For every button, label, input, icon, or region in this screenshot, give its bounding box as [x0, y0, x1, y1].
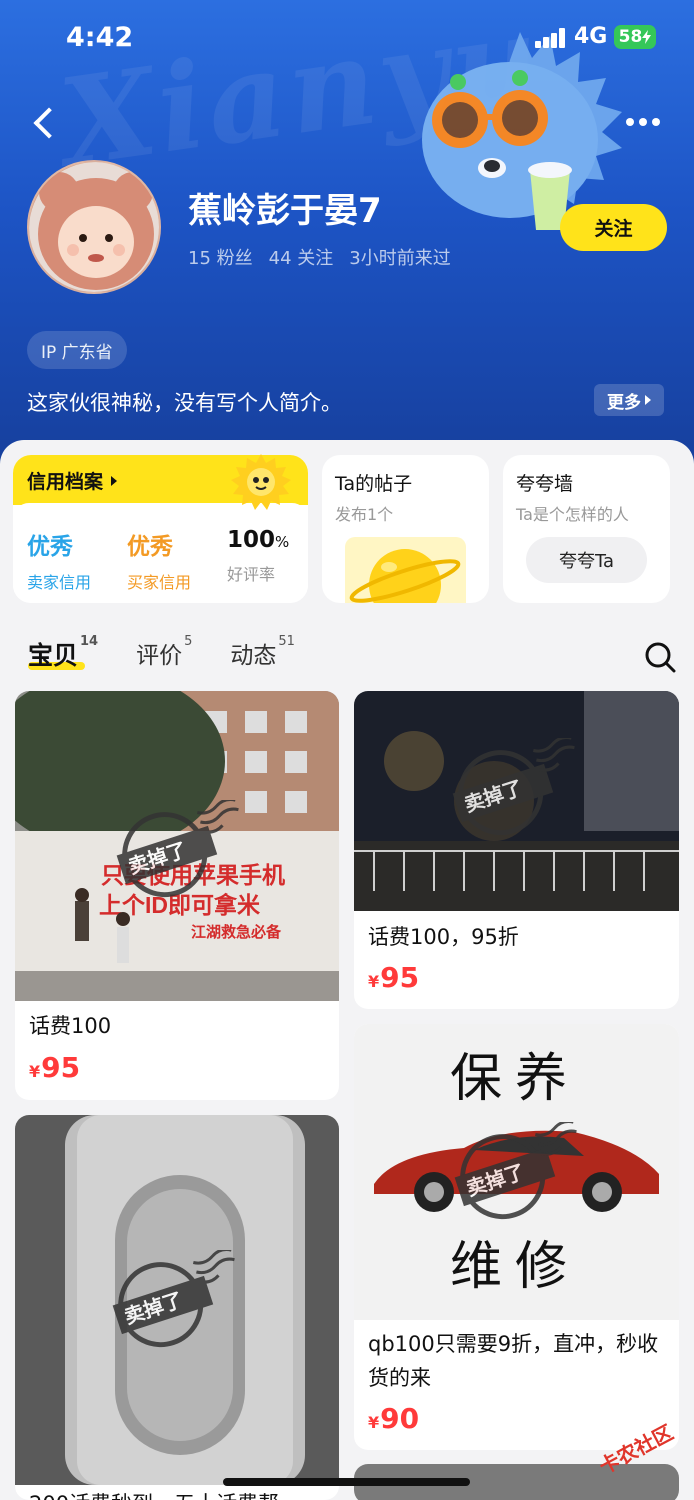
- profile-name: 蕉岭彭于晏7: [188, 191, 382, 231]
- chevron-right-icon: [111, 475, 118, 486]
- buyer-credit-label: 买家信用: [127, 573, 192, 592]
- signal-icon: [535, 28, 567, 48]
- wall-ad-text-3: 江湖救急必备: [191, 923, 282, 941]
- tab-items-label: 宝贝: [28, 641, 79, 670]
- home-indicator[interactable]: [223, 1478, 470, 1486]
- product-card[interactable]: 保 养 维 修 qb100只需要9折，直冲，秒收货的来 ¥90: [354, 1024, 679, 1450]
- price-value: 95: [380, 961, 420, 994]
- price-value: 95: [41, 1051, 81, 1084]
- tab-reviews[interactable]: 评价5: [136, 634, 193, 670]
- seller-credit-value: 优秀: [27, 534, 73, 560]
- following-count[interactable]: 44 关注: [269, 244, 334, 270]
- more-options-button[interactable]: [626, 112, 666, 132]
- sold-out-stamp-icon: 卖掉了: [116, 800, 239, 898]
- avatar[interactable]: [27, 160, 161, 294]
- currency-symbol: ¥: [368, 972, 380, 991]
- avatar-child-photo: [29, 162, 159, 292]
- currency-symbol: ¥: [368, 1413, 380, 1432]
- profile-bio: 这家伙很神秘，没有写个人简介。: [27, 391, 342, 415]
- back-button[interactable]: [28, 104, 62, 144]
- buyer-credit: 优秀 买家信用: [127, 527, 191, 593]
- posts-count: 发布1个: [335, 505, 394, 524]
- positive-rate-value: 100: [227, 527, 276, 553]
- posts-card[interactable]: Ta的帖子 发布1个: [322, 455, 489, 603]
- followers-count[interactable]: 15 粉丝: [188, 244, 253, 270]
- tab-reviews-count: 5: [184, 634, 193, 649]
- product-title: 话费100: [29, 1014, 112, 1038]
- product-price: ¥95: [29, 1051, 80, 1084]
- credit-title: 信用档案: [27, 467, 118, 494]
- product-price: ¥95: [368, 961, 419, 994]
- car-service-text-1: 保 养: [450, 1051, 567, 1108]
- sold-out-stamp-icon: 卖掉了: [112, 1250, 235, 1348]
- ip-location-badge: IP 广东省: [27, 331, 127, 369]
- product-price: ¥90: [368, 1402, 419, 1435]
- praise-wall-title: 夸夸墙: [516, 473, 574, 495]
- car-service-text-2: 维 修: [450, 1239, 567, 1296]
- seller-credit-label: 卖家信用: [27, 573, 92, 592]
- buyer-credit-value: 优秀: [127, 534, 173, 560]
- battery-level: 58: [618, 27, 643, 47]
- positive-rate-unit: %: [275, 533, 290, 551]
- product-title: 200话费秒到，五十话费帮: [29, 1487, 279, 1500]
- watermark-logo: 卡农社区: [595, 1420, 677, 1476]
- status-bar: 4:42 4G 58: [0, 0, 694, 80]
- search-icon[interactable]: [644, 641, 676, 673]
- credit-card-body: 优秀 卖家信用 优秀 买家信用 100% 好评率: [13, 503, 308, 603]
- product-title: 话费100，95折: [368, 925, 519, 949]
- watermark-text: 卡农社区: [595, 1420, 677, 1476]
- posts-illustration: [345, 537, 466, 603]
- price-value: 90: [380, 1402, 420, 1435]
- sun-mascot-icon: [231, 454, 291, 510]
- profile-stats: 15 粉丝 44 关注 3小时前来过: [188, 244, 451, 270]
- charging-bolt-icon: [642, 30, 652, 44]
- praise-button[interactable]: 夸夸Ta: [526, 537, 647, 583]
- praise-wall-subtitle: Ta是个怎样的人: [516, 505, 629, 524]
- chevron-right-icon: [645, 395, 651, 405]
- follow-button[interactable]: 关注: [560, 204, 667, 251]
- seller-credit: 优秀 卖家信用: [27, 527, 91, 593]
- tab-activity-label: 动态: [230, 643, 277, 669]
- product-title: qb100只需要9折，直冲，秒收货的来: [368, 1332, 659, 1390]
- more-info-button[interactable]: 更多: [594, 384, 664, 416]
- tab-activity-count: 51: [278, 634, 295, 649]
- planet-icon: [349, 549, 461, 603]
- more-info-label: 更多: [607, 392, 641, 413]
- positive-rate-label: 好评率: [227, 565, 276, 584]
- tab-activity[interactable]: 动态51: [230, 634, 295, 670]
- sold-out-stamp-icon: 卖掉了: [452, 738, 575, 836]
- positive-rate: 100% 好评率: [227, 527, 289, 585]
- profile-header: Xianyu 4:42 4G 58 蕉岭彭于晏7 15 粉丝 44 关注 3小时…: [0, 0, 694, 470]
- battery-icon: 58: [614, 25, 656, 49]
- network-type: 4G: [574, 24, 608, 49]
- tab-items-count: 14: [80, 634, 99, 649]
- praise-wall-card[interactable]: 夸夸墙 Ta是个怎样的人 夸夸Ta: [503, 455, 670, 603]
- status-time: 4:42: [66, 22, 134, 53]
- sold-out-stamp-icon: 卖掉了: [454, 1122, 577, 1220]
- currency-symbol: ¥: [29, 1062, 41, 1081]
- tab-reviews-label: 评价: [136, 643, 183, 669]
- posts-title: Ta的帖子: [335, 473, 413, 495]
- credit-title-label: 信用档案: [27, 471, 104, 493]
- tab-items[interactable]: 宝贝 14: [28, 634, 99, 672]
- last-active: 3小时前来过: [349, 248, 451, 269]
- content-tabs: 宝贝 14 评价5 动态51: [28, 634, 295, 680]
